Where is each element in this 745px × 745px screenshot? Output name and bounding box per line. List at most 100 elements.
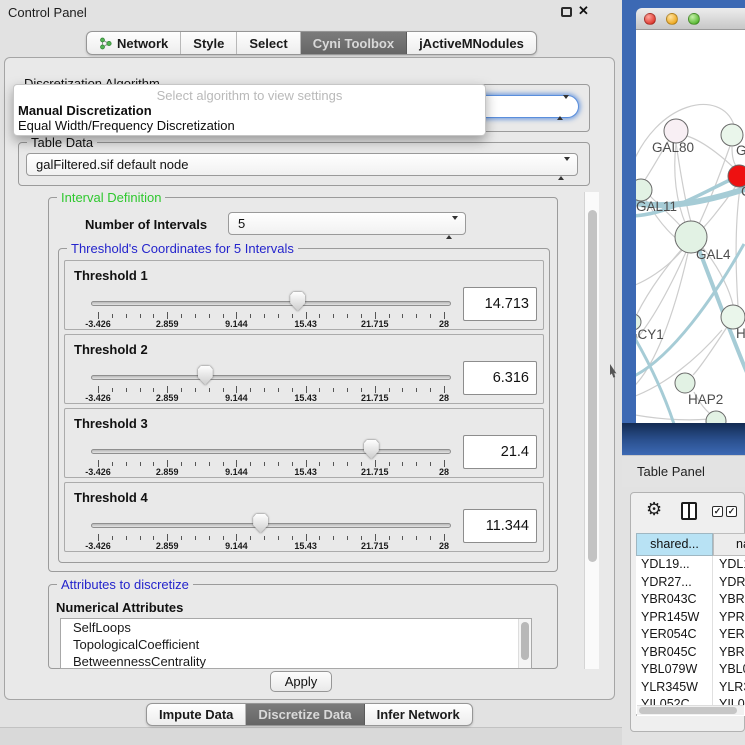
tab-cyni-toolbox[interactable]: Cyni Toolbox: [301, 32, 407, 54]
slider-tick: [236, 534, 237, 541]
slider-tick: [167, 386, 168, 393]
threshold-row: Threshold 1-3.4262.8599.14415.4321.71528…: [64, 260, 544, 330]
table-cell-name[interactable]: YBR0: [713, 591, 745, 609]
slider-tick-label: 9.144: [225, 467, 248, 477]
network-node-label: GCY1: [636, 327, 664, 342]
slider-tick: [195, 314, 196, 318]
tab-style[interactable]: Style: [181, 32, 237, 54]
scrollbar-thumb[interactable]: [521, 622, 529, 660]
network-window-titlebar[interactable]: [636, 8, 745, 30]
slider-tick: [306, 460, 307, 467]
checkbox-icon[interactable]: ✓: [726, 506, 737, 517]
table-row[interactable]: YDL19...YDL1: [636, 556, 745, 574]
table-cell-name[interactable]: YDR2: [713, 574, 745, 592]
checkbox-icon[interactable]: ✓: [712, 506, 723, 517]
control-panel-scrollbar[interactable]: [584, 192, 599, 669]
threshold-value-field[interactable]: 14.713: [463, 287, 537, 321]
threshold-value-field[interactable]: 6.316: [463, 361, 537, 395]
network-node-label: GAL11: [636, 199, 677, 214]
column-header-shared[interactable]: shared...: [636, 533, 713, 556]
table-cell-shared-name[interactable]: YPR145W: [636, 609, 713, 627]
table-row[interactable]: YPR145WYPR1: [636, 609, 745, 627]
slider-tick: [416, 462, 417, 466]
table-row[interactable]: YBL079WYBL0: [636, 661, 745, 679]
network-edge[interactable]: [636, 248, 684, 287]
scrollbar-thumb[interactable]: [639, 707, 737, 714]
network-edge[interactable]: [736, 188, 740, 306]
slider-tick-label: 15.43: [294, 393, 317, 403]
slider-tick: [195, 388, 196, 392]
gear-icon[interactable]: ⚙: [646, 500, 662, 520]
scrollbar-thumb[interactable]: [588, 210, 597, 562]
algorithm-option-manual-discretization[interactable]: Manual Discretization: [14, 103, 485, 118]
slider-tick: [195, 462, 196, 466]
table-row[interactable]: YER054CYER0: [636, 626, 745, 644]
slider-tick: [430, 536, 431, 540]
window-shadow: [622, 423, 745, 455]
close-window-icon[interactable]: [644, 13, 656, 25]
tab-impute-data[interactable]: Impute Data: [147, 704, 246, 725]
algorithm-option-equal-width-frequency-discretization[interactable]: Equal Width/Frequency Discretization: [14, 118, 485, 133]
zoom-window-icon[interactable]: [688, 13, 700, 25]
table-data-combobox[interactable]: galFiltered.sif default node: [26, 153, 578, 176]
tab-discretize-data[interactable]: Discretize Data: [246, 704, 364, 725]
table-cell-shared-name[interactable]: YDR27...: [636, 574, 713, 592]
table-cell-shared-name[interactable]: YBL079W: [636, 661, 713, 679]
table-row[interactable]: YDR27...YDR2: [636, 574, 745, 592]
application-window: Control Panel ✕ NetworkStyleSelectCyni T…: [0, 0, 745, 745]
tab-select[interactable]: Select: [237, 32, 300, 54]
slider-tick: [444, 534, 445, 541]
slider-tick: [389, 314, 390, 318]
network-canvas[interactable]: GAL80GACGAL11GAL4GCY1HHAP2: [636, 30, 745, 423]
network-node-hap2[interactable]: [675, 373, 695, 393]
table-cell-shared-name[interactable]: YER054C: [636, 626, 713, 644]
network-edge[interactable]: [693, 327, 727, 375]
attribute-item-betweennesscentrality[interactable]: BetweennessCentrality: [61, 653, 531, 669]
table-cell-name[interactable]: YDL1: [713, 556, 745, 574]
slider-tick: [223, 388, 224, 392]
slider-tick-label: 21.715: [361, 319, 389, 329]
network-icon: [99, 37, 112, 50]
float-panel-icon[interactable]: [561, 7, 572, 17]
network-node-label: GAL80: [652, 140, 694, 155]
slider-tick: [181, 314, 182, 318]
threshold-value-field[interactable]: 21.4: [463, 435, 537, 469]
column-layout-icon[interactable]: [681, 502, 697, 520]
slider-tick: [375, 460, 376, 467]
numerical-attributes-list[interactable]: SelfLoopsTopologicalCoefficientBetweenne…: [60, 618, 532, 669]
tab-jactivemnodules[interactable]: jActiveMNodules: [407, 32, 536, 54]
network-graph[interactable]: GAL80GACGAL11GAL4GCY1HHAP2: [636, 30, 745, 423]
network-node-gal11[interactable]: [636, 179, 652, 201]
slider-tick: [195, 536, 196, 540]
cyni-bottom-tabs: Impute DataDiscretize DataInfer Network: [146, 703, 473, 726]
tab-infer-network[interactable]: Infer Network: [365, 704, 472, 725]
table-row[interactable]: YBR045CYBR0: [636, 644, 745, 662]
table-cell-name[interactable]: YBR0: [713, 644, 745, 662]
attributes-list-scrollbar[interactable]: [518, 619, 531, 668]
apply-button[interactable]: Apply: [270, 671, 332, 692]
tab-network[interactable]: Network: [87, 32, 181, 54]
column-header-name[interactable]: na: [713, 533, 745, 556]
table-cell-shared-name[interactable]: YBR043C: [636, 591, 713, 609]
table-cell-name[interactable]: YPR1: [713, 609, 745, 627]
slider-tick: [444, 312, 445, 319]
number-of-intervals-combobox[interactable]: 5: [228, 212, 466, 235]
minimize-window-icon[interactable]: [666, 13, 678, 25]
attribute-item-selfloops[interactable]: SelfLoops: [61, 619, 531, 636]
table-cell-shared-name[interactable]: YLR345W: [636, 679, 713, 697]
table-data-combobox-value: galFiltered.sif default node: [36, 157, 188, 172]
close-panel-icon[interactable]: ✕: [578, 3, 589, 19]
table-cell-shared-name[interactable]: YBR045C: [636, 644, 713, 662]
threshold-value-field[interactable]: 11.344: [463, 509, 537, 543]
table-cell-name[interactable]: YBL0: [713, 661, 745, 679]
slider-tick-label: 28: [439, 319, 449, 329]
table-cell-name[interactable]: YLR3: [713, 679, 745, 697]
table-horizontal-scrollbar[interactable]: [637, 705, 744, 715]
table-row[interactable]: YLR345WYLR3: [636, 679, 745, 697]
attribute-item-topologicalcoefficient[interactable]: TopologicalCoefficient: [61, 636, 531, 653]
table-row[interactable]: YBR043CYBR0: [636, 591, 745, 609]
combo-arrows-icon: [557, 99, 569, 117]
table-cell-shared-name[interactable]: YDL19...: [636, 556, 713, 574]
slider-tick: [153, 462, 154, 466]
table-cell-name[interactable]: YER0: [713, 626, 745, 644]
